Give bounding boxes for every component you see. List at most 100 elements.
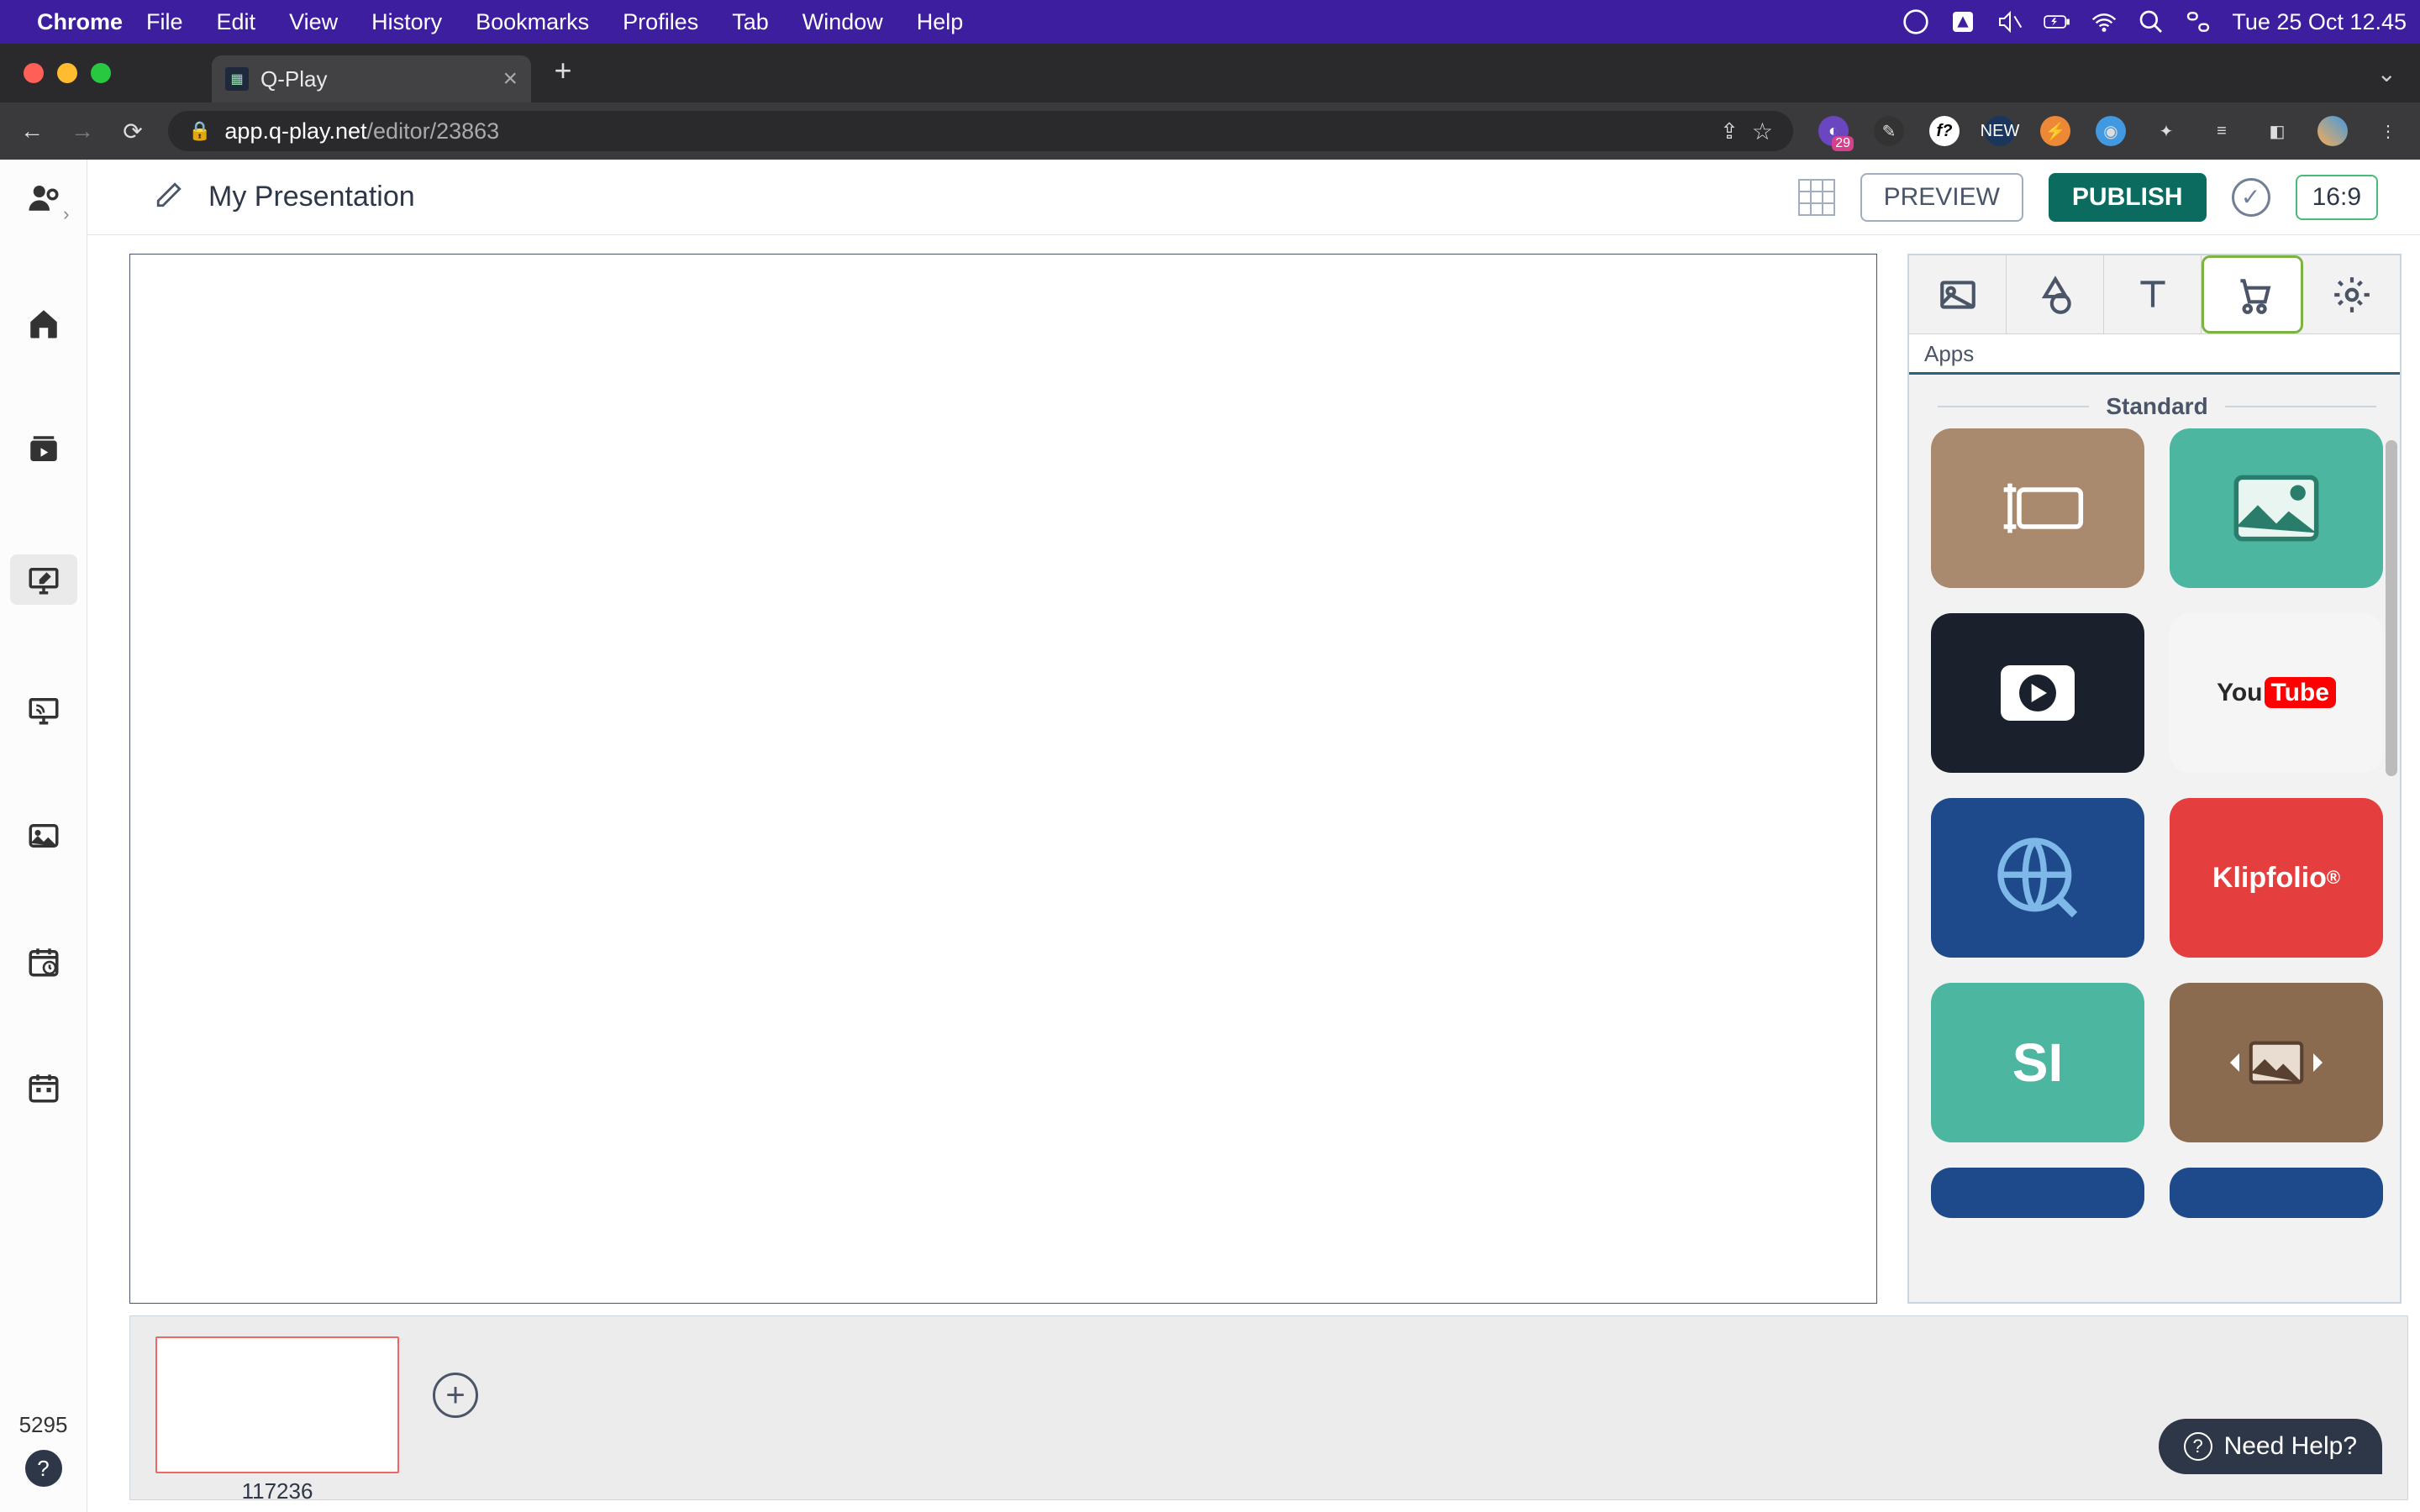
sidebar-item-screens[interactable] (23, 689, 65, 731)
control-center-icon[interactable] (2185, 8, 2212, 35)
share-icon[interactable]: ⇪ (1720, 118, 1739, 144)
sidebar-item-schedule[interactable] (23, 941, 65, 983)
browser-toolbar: ← → ⟳ 🔒 app.q-play.net/editor/23863 ⇪ ☆ … (0, 102, 2420, 160)
editor-canvas[interactable] (129, 254, 1877, 1304)
app-tile-extra-2[interactable] (2170, 1168, 2383, 1218)
menu-profiles[interactable]: Profiles (623, 9, 698, 35)
main-column: My Presentation PREVIEW PUBLISH ✓ 16:9 A… (87, 160, 2420, 1512)
app-tile-youtube[interactable]: YouTube (2170, 613, 2383, 773)
new-tab-button[interactable]: + (548, 58, 578, 88)
menu-edit[interactable]: Edit (217, 9, 256, 35)
spotlight-icon[interactable] (2138, 8, 2165, 35)
preview-button[interactable]: PREVIEW (1860, 173, 2023, 222)
address-bar[interactable]: 🔒 app.q-play.net/editor/23863 ⇪ ☆ (168, 111, 1793, 151)
workspace-row: Apps Standard YouTube Klipfolio® SI (87, 235, 2420, 1304)
volume-mute-icon[interactable] (1996, 8, 2023, 35)
window-minimize-icon[interactable] (57, 63, 77, 83)
status-check-icon[interactable]: ✓ (2232, 178, 2270, 217)
nav-reload-button[interactable]: ⟳ (118, 118, 148, 145)
menu-history[interactable]: History (371, 9, 442, 35)
wifi-icon[interactable] (2091, 8, 2118, 35)
need-help-button[interactable]: ? Need Help? (2159, 1419, 2382, 1474)
panel-section-label: Apps (1909, 334, 2400, 375)
panel-tab-images[interactable] (1909, 255, 2007, 333)
slide-thumbnail[interactable] (155, 1336, 399, 1473)
aspect-ratio-selector[interactable]: 16:9 (2296, 175, 2378, 220)
menu-file[interactable]: File (146, 9, 183, 35)
publish-button[interactable]: PUBLISH (2049, 173, 2207, 222)
slide-tray: 117236 + ? Need Help? (129, 1315, 2408, 1500)
apps-scroll-area[interactable]: Standard YouTube Klipfolio® SI (1909, 375, 2400, 1302)
slide-id-label: 117236 (242, 1478, 313, 1504)
extension-bolt-icon[interactable]: ⚡ (2040, 116, 2070, 146)
sidebar-item-media[interactable] (23, 815, 65, 857)
extension-pen-icon[interactable]: ✎ (1874, 116, 1904, 146)
window-zoom-icon[interactable] (91, 63, 111, 83)
menu-window[interactable]: Window (802, 9, 883, 35)
chrome-menu-icon[interactable]: ⋮ (2373, 116, 2403, 146)
browser-tab[interactable]: ▦ Q-Play × (212, 55, 531, 102)
slide-thumb-wrap: 117236 (155, 1336, 399, 1504)
panel-tab-apps[interactable] (2202, 255, 2303, 333)
nav-back-button[interactable]: ← (17, 118, 47, 144)
extension-purple-icon[interactable]: ◐29 (1818, 116, 1849, 146)
presentation-title[interactable]: My Presentation (208, 181, 415, 213)
sidebar-help-icon[interactable]: ? (25, 1450, 62, 1487)
sidebar-item-home[interactable] (23, 302, 65, 344)
app-tile-image[interactable] (2170, 428, 2383, 588)
menubar-clock[interactable]: Tue 25 Oct 12.45 (2232, 9, 2407, 35)
right-panel: Apps Standard YouTube Klipfolio® SI (1907, 254, 2402, 1304)
app-tile-si[interactable]: SI (1931, 983, 2144, 1142)
app-tile-text[interactable] (1931, 428, 2144, 588)
help-question-icon: ? (2184, 1432, 2212, 1461)
sidebar-counter: 5295 (19, 1412, 68, 1438)
need-help-label: Need Help? (2224, 1432, 2357, 1461)
tab-close-icon[interactable]: × (502, 65, 518, 93)
browser-chrome: ▦ Q-Play × + ⌄ ← → ⟳ 🔒 app.q-play.net/ed… (0, 44, 2420, 160)
add-slide-button[interactable]: + (433, 1373, 478, 1418)
window-close-icon[interactable] (24, 63, 44, 83)
tab-strip: ▦ Q-Play × + ⌄ (0, 44, 2420, 102)
sidebar-item-library[interactable] (23, 428, 65, 470)
edit-title-icon[interactable] (155, 181, 183, 213)
extension-new-badge[interactable]: NEW (1985, 116, 2015, 146)
app-tile-extra-1[interactable] (1931, 1168, 2144, 1218)
app-tile-klipfolio[interactable]: Klipfolio® (2170, 798, 2383, 958)
apps-section-header: Standard (1931, 385, 2383, 428)
window-traffic-lights[interactable] (24, 63, 111, 83)
menu-bookmarks[interactable]: Bookmarks (476, 9, 589, 35)
macos-menubar: Chrome File Edit View History Bookmarks … (0, 0, 2420, 44)
menu-help[interactable]: Help (917, 9, 964, 35)
menu-view[interactable]: View (289, 9, 338, 35)
menu-tab[interactable]: Tab (732, 9, 769, 35)
panel-tab-shapes[interactable] (2007, 255, 2104, 333)
app-tile-website[interactable] (1931, 798, 2144, 958)
menubar-app-name[interactable]: Chrome (37, 9, 123, 35)
panel-tab-text[interactable] (2104, 255, 2202, 333)
profile-avatar-icon[interactable] (2317, 116, 2348, 146)
url-text: app.q-play.net/editor/23863 (224, 118, 499, 144)
sidebar-item-editor[interactable] (10, 554, 77, 605)
panel-scrollbar[interactable] (2386, 440, 2397, 776)
tabs-dropdown-icon[interactable]: ⌄ (2377, 60, 2396, 87)
right-panel-tabs (1909, 255, 2400, 334)
sidebar-item-admin[interactable]: › (23, 176, 65, 218)
creative-cloud-icon[interactable] (1902, 8, 1929, 35)
sidebar-item-calendar[interactable] (23, 1067, 65, 1109)
app-content: › 5295 ? My Presentation PREVIEW PUBLISH… (0, 160, 2420, 1512)
grid-toggle-button[interactable] (1798, 179, 1835, 216)
extensions-puzzle-icon[interactable]: ✦ (2151, 116, 2181, 146)
app-tile-video[interactable] (1931, 613, 2144, 773)
app-tile-slideshow[interactable] (2170, 983, 2383, 1142)
triangle-icon[interactable] (1949, 8, 1976, 35)
bookmark-star-icon[interactable]: ☆ (1752, 118, 1773, 145)
battery-icon[interactable] (2044, 8, 2070, 35)
side-panel-icon[interactable]: ◧ (2262, 116, 2292, 146)
extension-font-icon[interactable]: f? (1929, 116, 1960, 146)
panel-tab-settings[interactable] (2303, 255, 2400, 333)
editor-topbar: My Presentation PREVIEW PUBLISH ✓ 16:9 (87, 160, 2420, 235)
reading-list-icon[interactable]: ≡ (2207, 116, 2237, 146)
left-sidebar: › 5295 ? (0, 160, 87, 1512)
extension-blue-icon[interactable]: ◉ (2096, 116, 2126, 146)
tab-title: Q-Play (260, 66, 502, 92)
